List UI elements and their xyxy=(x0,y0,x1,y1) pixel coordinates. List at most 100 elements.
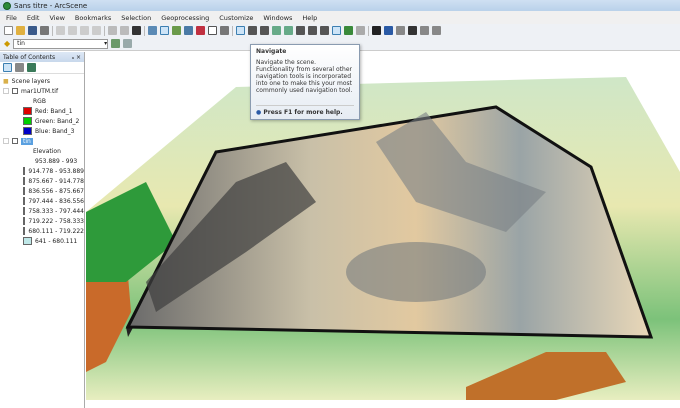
navigate-tool-icon[interactable] xyxy=(236,26,245,35)
raster-visibility-checkbox[interactable] xyxy=(12,88,18,94)
legend-class: 641 - 680.111 xyxy=(3,236,84,246)
measure-icon[interactable] xyxy=(396,26,405,35)
legend-swatch xyxy=(23,217,26,225)
band-label: Red: Band_1 xyxy=(35,107,73,115)
python-window-icon[interactable] xyxy=(208,26,217,35)
menu-customize[interactable]: Customize xyxy=(219,14,253,22)
list-by-visibility-icon[interactable] xyxy=(27,63,36,72)
legend-label: 797.444 - 836.556 xyxy=(28,197,84,205)
scene-view[interactable] xyxy=(86,52,680,400)
narrow-fov-icon[interactable] xyxy=(356,26,365,35)
rgb-label: RGB xyxy=(3,96,84,106)
legend-label: 719.222 - 758.333 xyxy=(28,217,84,225)
legend-label: 758.333 - 797.444 xyxy=(28,207,84,215)
band-green: Green: Band_2 xyxy=(3,116,84,126)
table-of-contents: Table of Contents ₐ × ■ Scene layers mar1… xyxy=(0,52,85,408)
layer-dropdown-value: tin xyxy=(17,40,25,47)
legend-swatch xyxy=(23,207,26,215)
menu-edit[interactable]: Edit xyxy=(27,14,40,22)
legend-swatch xyxy=(23,177,26,185)
tooltip-title: Navigate xyxy=(256,48,287,55)
raster-layer-item[interactable]: mar1UTM.tif xyxy=(3,86,84,96)
legend-class: 953.889 - 993 xyxy=(3,156,84,166)
expand-icon[interactable] xyxy=(3,138,9,144)
navigate-tooltip: Navigate Navigate the scene. Functionali… xyxy=(250,44,360,120)
separator xyxy=(368,25,369,36)
menu-selection[interactable]: Selection xyxy=(121,14,151,22)
select-features-icon[interactable] xyxy=(372,26,381,35)
legend-class: 758.333 - 797.444 xyxy=(3,206,84,216)
copy-icon[interactable] xyxy=(68,26,77,35)
title-bar: Sans titre - ArcScene xyxy=(0,0,680,11)
scene-layers-item[interactable]: ■ Scene layers xyxy=(3,76,84,86)
tin-layer-item[interactable]: tin xyxy=(3,136,84,146)
toc-title: Table of Contents xyxy=(3,53,56,61)
band-blue: Blue: Band_3 xyxy=(3,126,84,136)
identify-icon[interactable] xyxy=(384,26,393,35)
hill-center xyxy=(346,242,486,302)
undo-icon[interactable] xyxy=(108,26,117,35)
menu-help[interactable]: Help xyxy=(302,14,317,22)
elevation-heading: Elevation xyxy=(3,146,84,156)
tin-layer-name[interactable]: tin xyxy=(21,137,33,145)
cut-icon[interactable] xyxy=(56,26,65,35)
scene-layers-label: Scene layers xyxy=(11,77,51,85)
chevron-down-icon: ▾ xyxy=(104,40,108,47)
zoom-in-icon[interactable] xyxy=(296,26,305,35)
menu-bookmarks[interactable]: Bookmarks xyxy=(75,14,111,22)
scene-properties-icon[interactable] xyxy=(148,26,157,35)
create-contours-icon[interactable] xyxy=(111,39,121,48)
delete-icon[interactable] xyxy=(92,26,101,35)
steepest-path-icon[interactable] xyxy=(123,39,133,48)
layer-dropdown[interactable]: tin ▾ xyxy=(13,38,109,49)
new-document-icon[interactable] xyxy=(4,26,13,35)
globe-icon[interactable] xyxy=(344,26,353,35)
set-observer-icon[interactable] xyxy=(284,26,293,35)
catalog-icon[interactable] xyxy=(172,26,181,35)
animation-icon[interactable] xyxy=(420,26,429,35)
legend-class: 680.111 - 719.222 xyxy=(3,226,84,236)
separator xyxy=(104,25,105,36)
menu-bar: File Edit View Bookmarks Selection Geopr… xyxy=(0,11,680,24)
target-center-icon[interactable] xyxy=(260,26,269,35)
arctoolbox-icon[interactable] xyxy=(196,26,205,35)
zoom-to-target-icon[interactable] xyxy=(272,26,281,35)
red-swatch xyxy=(23,107,32,115)
fly-tool-icon[interactable] xyxy=(248,26,257,35)
list-by-drawing-order-icon[interactable] xyxy=(3,63,12,72)
add-data-icon[interactable] xyxy=(132,26,141,35)
legend-swatch xyxy=(23,197,26,205)
legend-label: 953.889 - 993 xyxy=(35,157,78,165)
print-icon[interactable] xyxy=(40,26,49,35)
redo-icon[interactable] xyxy=(120,26,129,35)
menu-geoprocessing[interactable]: Geoprocessing xyxy=(161,14,209,22)
expand-icon[interactable] xyxy=(3,88,9,94)
arcscene-app-icon xyxy=(3,1,11,10)
model-builder-icon[interactable] xyxy=(220,26,229,35)
find-icon[interactable] xyxy=(408,26,417,35)
legend-class: 836.556 - 875.667 xyxy=(3,186,84,196)
search-window-icon[interactable] xyxy=(184,26,193,35)
menu-view[interactable]: View xyxy=(49,14,64,22)
separator xyxy=(232,25,233,36)
open-icon[interactable] xyxy=(16,26,25,35)
legend-class: 914.778 - 953.889 xyxy=(3,166,84,176)
band-label: Green: Band_2 xyxy=(35,117,80,125)
menu-file[interactable]: File xyxy=(6,14,17,22)
layer-icon: ◆ xyxy=(4,39,11,48)
tin-visibility-checkbox[interactable] xyxy=(12,138,18,144)
legend-class: 875.667 - 914.778 xyxy=(3,176,84,186)
toc-close-button[interactable]: ₐ × xyxy=(72,54,81,61)
save-icon[interactable] xyxy=(28,26,37,35)
full-extent-icon[interactable] xyxy=(332,26,341,35)
menu-windows[interactable]: Windows xyxy=(263,14,292,22)
rgb-text: RGB xyxy=(33,97,46,105)
list-by-source-icon[interactable] xyxy=(15,63,24,72)
zoom-out-icon[interactable] xyxy=(308,26,317,35)
pan-icon[interactable] xyxy=(320,26,329,35)
toc-window-icon[interactable] xyxy=(160,26,169,35)
folder-icon: ■ xyxy=(3,77,9,85)
paste-icon[interactable] xyxy=(80,26,89,35)
separator xyxy=(52,25,53,36)
3d-effects-icon[interactable] xyxy=(432,26,441,35)
